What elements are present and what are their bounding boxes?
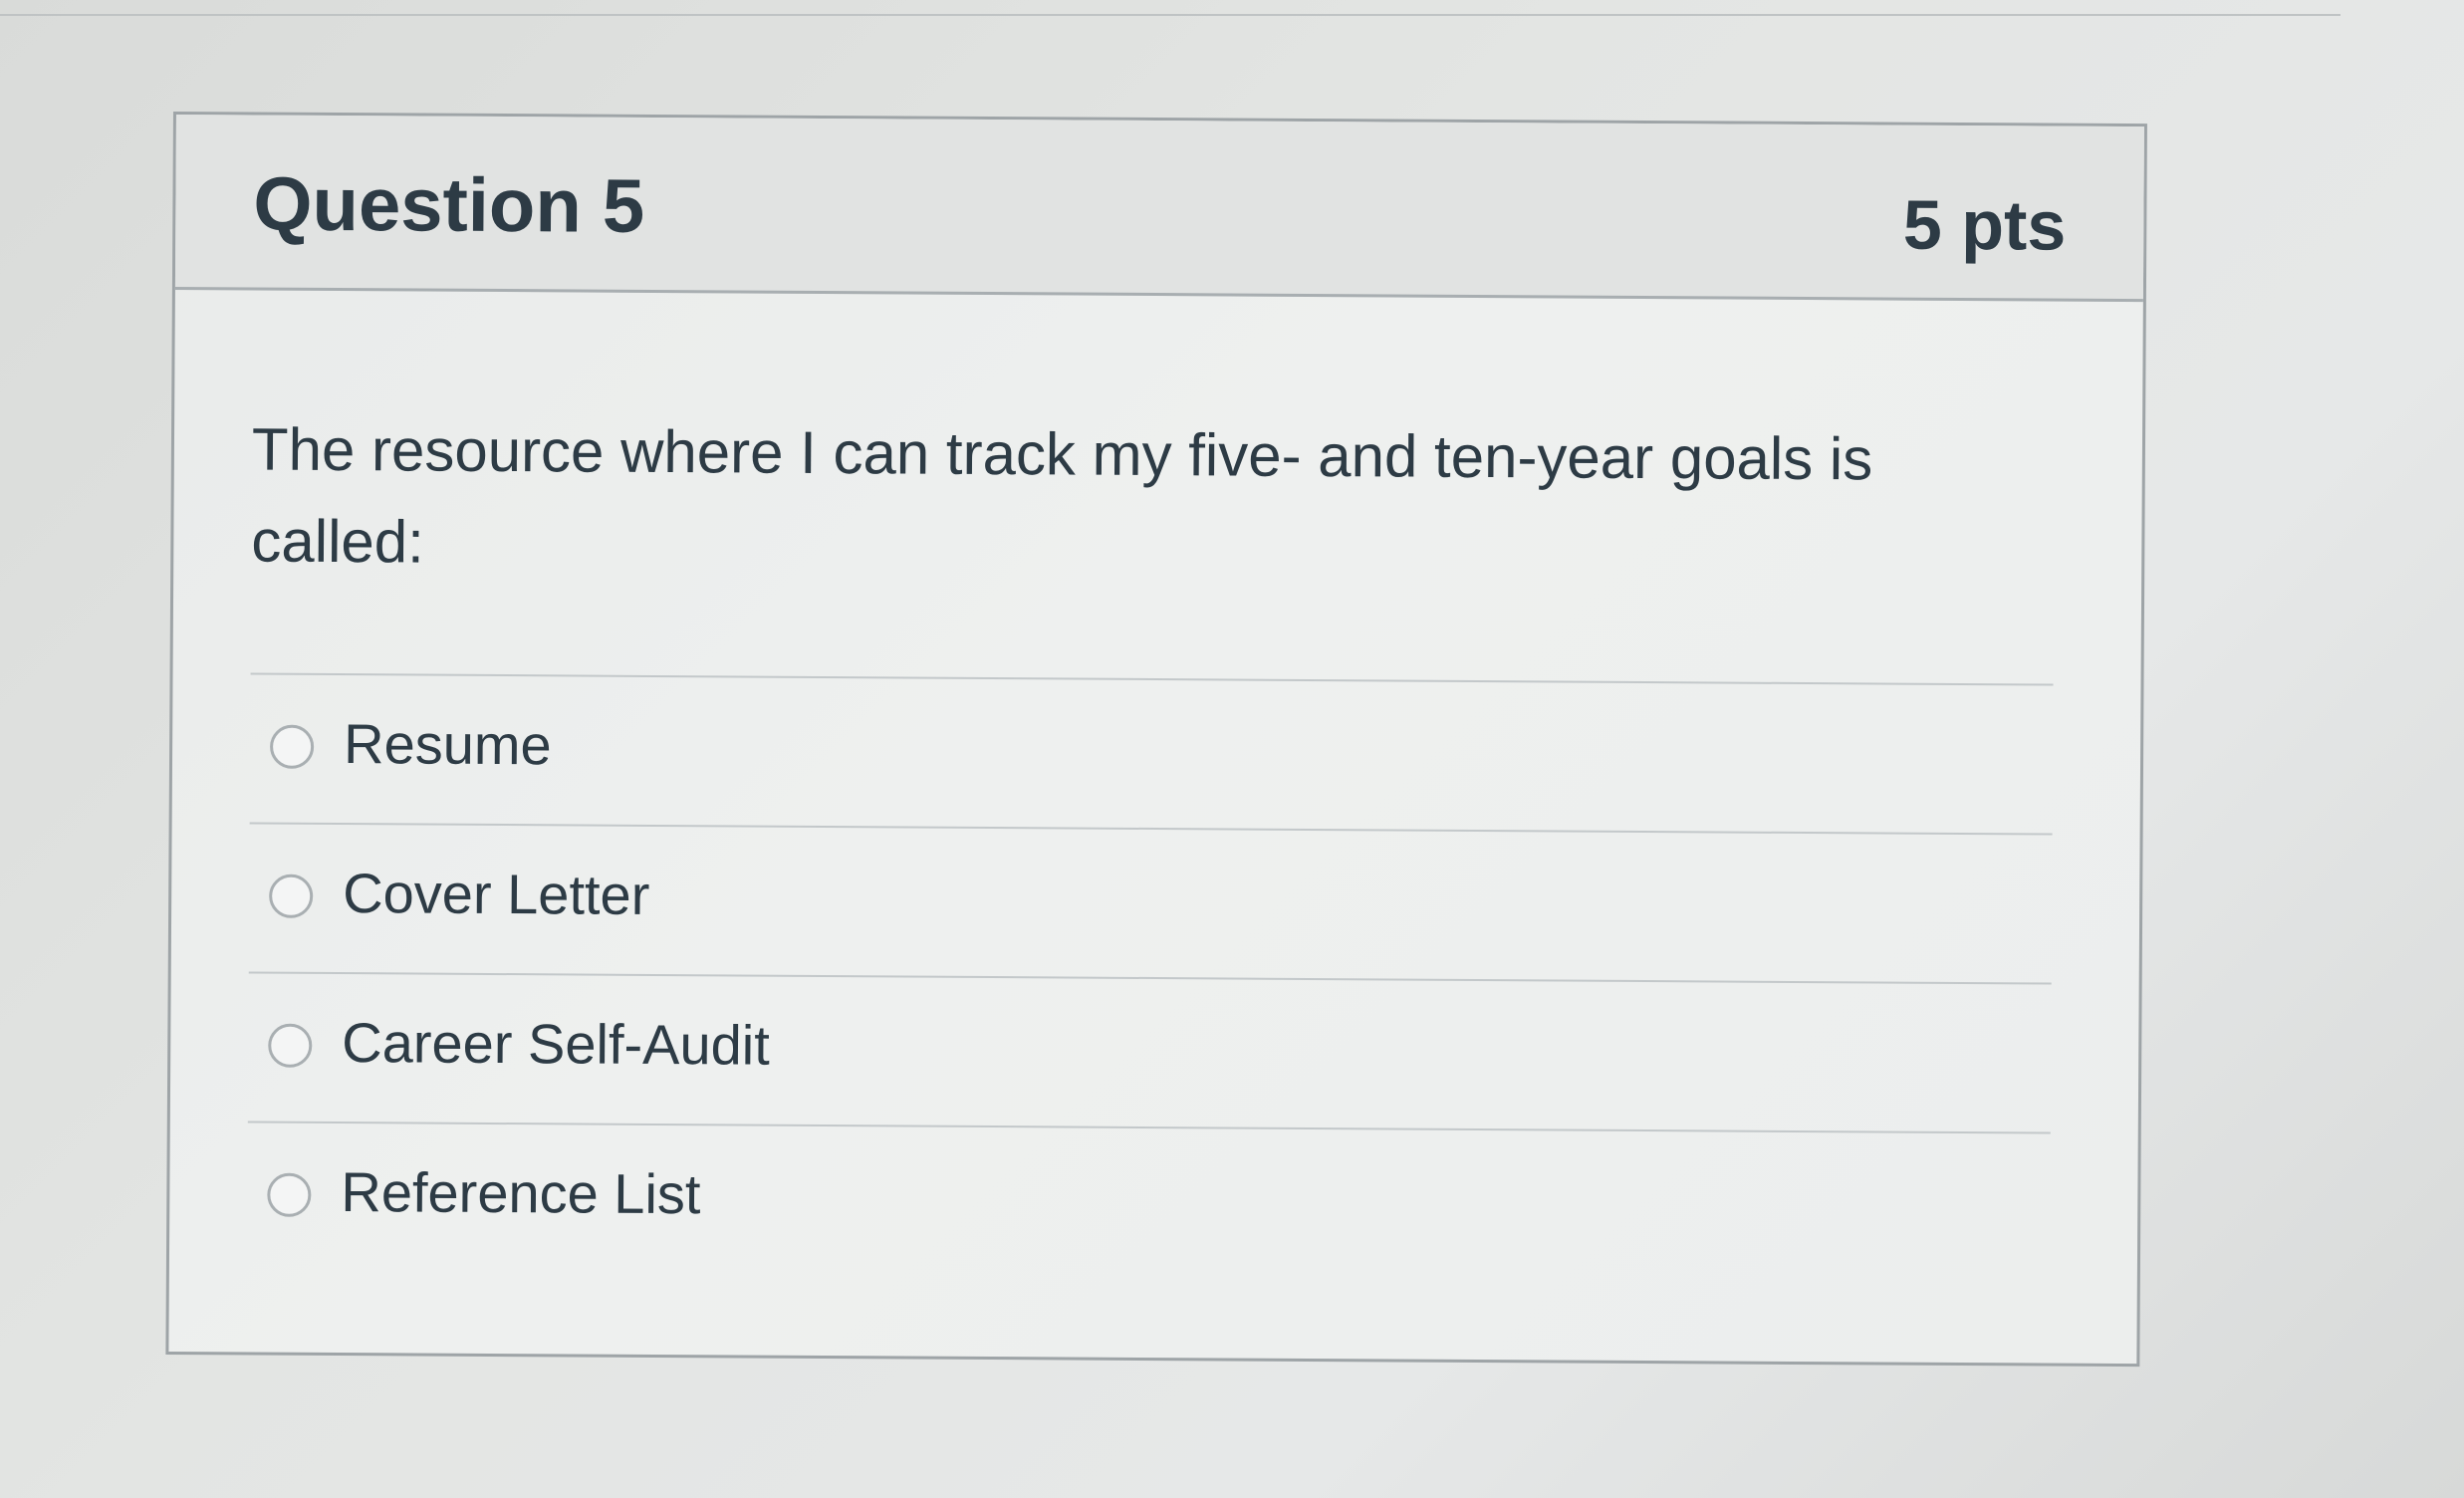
question-card: Question 5 5 pts The resource where I ca… bbox=[165, 112, 2147, 1368]
radio-button[interactable] bbox=[268, 1023, 313, 1068]
answer-option-career-self-audit[interactable]: Career Self-Audit bbox=[247, 971, 2052, 1132]
answer-label[interactable]: Career Self-Audit bbox=[342, 1010, 770, 1078]
answer-label[interactable]: Resume bbox=[344, 711, 552, 777]
answer-label[interactable]: Cover Letter bbox=[343, 861, 650, 927]
radio-button[interactable] bbox=[269, 874, 314, 918]
answer-option-reference-list[interactable]: Reference List bbox=[246, 1121, 2051, 1282]
question-header: Question 5 5 pts bbox=[174, 115, 2144, 303]
radio-button[interactable] bbox=[269, 724, 315, 769]
question-points: 5 pts bbox=[1902, 185, 2067, 265]
question-title: Question 5 bbox=[253, 161, 645, 249]
answer-option-resume[interactable]: Resume bbox=[249, 672, 2054, 834]
answer-list: Resume Cover Letter Career Self-Audit Re… bbox=[246, 672, 2054, 1282]
radio-button[interactable] bbox=[267, 1172, 312, 1217]
page-top-divider bbox=[0, 0, 2341, 16]
answer-option-cover-letter[interactable]: Cover Letter bbox=[248, 822, 2053, 983]
question-prompt: The resource where I can track my five- … bbox=[251, 415, 1873, 576]
answer-label[interactable]: Reference List bbox=[341, 1159, 700, 1226]
